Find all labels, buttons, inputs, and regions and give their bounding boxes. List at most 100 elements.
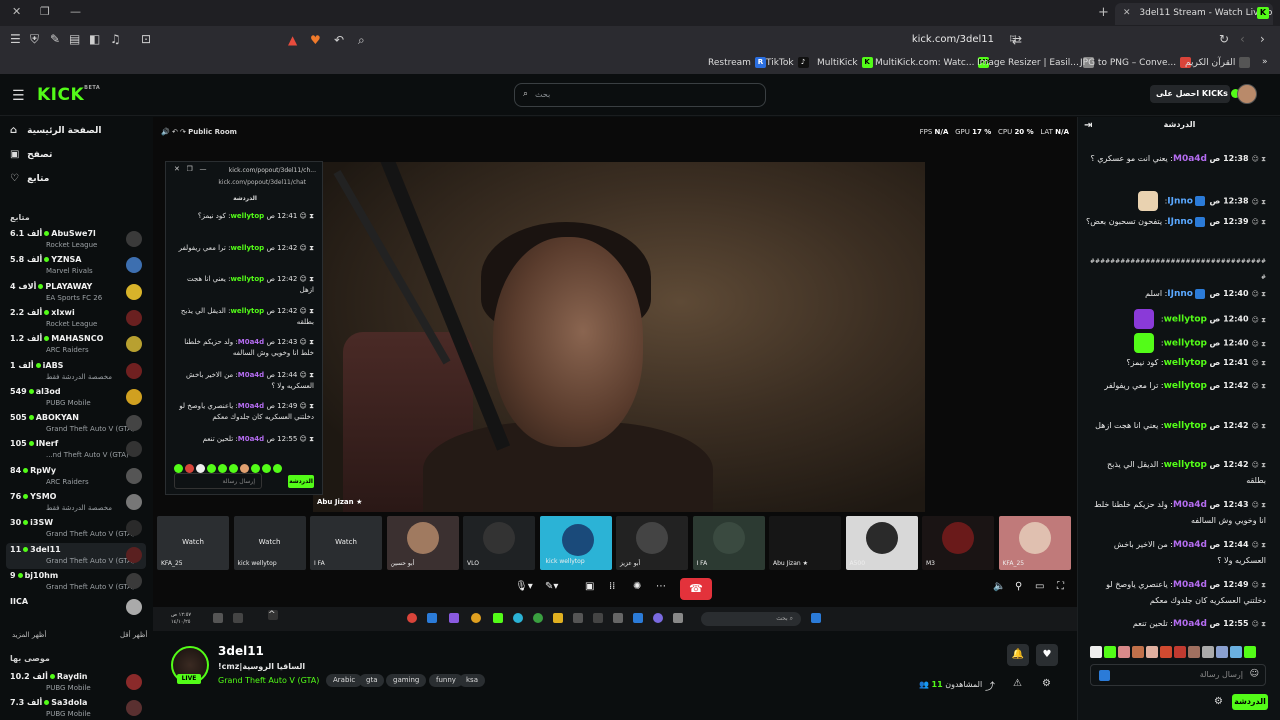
sidebar-channel-item[interactable]: 84 RpWy ARC Raiders — [6, 464, 146, 490]
theater-mode-icon[interactable]: ▭ — [1035, 581, 1044, 592]
camera-off-icon[interactable]: ✎▾ — [545, 581, 558, 592]
emote-icon[interactable] — [1146, 646, 1158, 658]
participant-thumbnail[interactable]: M3 — [922, 516, 994, 570]
user-avatar[interactable] — [1237, 84, 1257, 104]
message-username[interactable]: M0a4d — [238, 435, 264, 443]
emote-icon[interactable] — [196, 464, 205, 473]
volume-icon[interactable]: 🔈 — [993, 581, 1005, 592]
tab-list-icon[interactable]: ▤ — [69, 32, 80, 46]
emote-icon[interactable] — [1132, 646, 1144, 658]
sidebar-item-following[interactable]: ♡ متابع — [10, 173, 49, 184]
sidebar-channel-item[interactable]: 1.2 ألف MAHASNCO ARC Raiders — [6, 332, 146, 358]
bookmark-tiktok[interactable]: TikTok ♪ — [766, 57, 809, 68]
participant-thumbnail[interactable]: KFA_25 — [998, 516, 1071, 570]
participant-thumbnail[interactable]: Watch kick wellytop — [233, 516, 306, 570]
bookmark-icon[interactable]: ⌑ — [1010, 32, 1016, 46]
chat-input[interactable]: إرسال رسالة ☺ — [1090, 664, 1266, 686]
message-username[interactable]: M0a4d — [238, 371, 264, 379]
emote-icon[interactable] — [1104, 646, 1116, 658]
sidebar-channel-item[interactable]: 505 ABOKYAN Grand Theft Auto V (GTA) — [6, 411, 146, 437]
minimize-window-icon[interactable]: — — [70, 5, 81, 18]
message-username[interactable]: wellytop — [230, 275, 264, 283]
message-username[interactable]: wellytop — [1164, 315, 1207, 325]
music-icon[interactable]: ♫ — [110, 32, 121, 46]
bookmark-jpg-to-png[interactable]: JPG to PNG – Conve... — [1080, 57, 1192, 68]
bookmark-multikick-watch[interactable]: MultiKick.com: Watc... MK — [875, 57, 991, 68]
message-username[interactable]: M0a4d — [238, 338, 264, 346]
back-history-icon[interactable]: ↶ — [334, 33, 344, 47]
stream-player[interactable]: 🔊 ↶ ↷ Public Room FPS N/A GPU 17 % CPU 2… — [153, 117, 1077, 607]
message-username[interactable]: IJnno — [1167, 289, 1193, 299]
sidebar-icon[interactable]: ◧ — [89, 32, 100, 46]
emote-icon[interactable] — [174, 464, 183, 473]
reload-icon[interactable]: ↻ — [1219, 32, 1229, 46]
sidebar-channel-item[interactable]: 6.1 ألف AbuSwe7l Rocket League — [6, 227, 146, 253]
message-username[interactable]: M0a4d — [1173, 500, 1207, 510]
stream-category[interactable]: Grand Theft Auto V (GTA) — [218, 676, 319, 685]
message-username[interactable]: wellytop — [230, 212, 264, 220]
emote-icon[interactable] — [273, 464, 282, 473]
follow-heart-button[interactable]: ♥ — [1036, 644, 1058, 666]
emote-icon[interactable] — [1118, 646, 1130, 658]
channel-name[interactable]: 3del11 — [218, 644, 264, 658]
sidebar-channel-item[interactable]: 9 bj10hm Grand Theft Auto V (GTA) — [6, 569, 146, 595]
participant-thumbnail[interactable]: VLO — [463, 516, 535, 570]
message-username[interactable]: wellytop — [1164, 381, 1207, 391]
get-kicks-button[interactable]: احصل على KICKs — [1150, 85, 1240, 103]
message-username[interactable]: wellytop — [1164, 421, 1207, 431]
close-window-icon[interactable]: ✕ — [12, 5, 21, 18]
message-username[interactable]: IJnno — [1167, 217, 1193, 227]
effects-icon[interactable]: ✺ — [633, 581, 641, 592]
pin-icon[interactable]: ⚲ — [1015, 581, 1022, 592]
watch-label[interactable]: Watch — [234, 538, 306, 546]
tag-pill[interactable]: Arabic — [326, 674, 363, 687]
report-icon[interactable]: ⚠ — [1013, 678, 1022, 689]
extensions-icon[interactable]: ✎ — [50, 32, 60, 46]
message-username[interactable]: M0a4d — [1173, 580, 1207, 590]
notification-bell-button[interactable]: 🔔 — [1007, 644, 1029, 666]
sidebar-channel-item[interactable]: 11 3del11 Grand Theft Auto V (GTA) — [6, 542, 146, 569]
sidebar-channel-item[interactable]: IICA — [6, 595, 146, 621]
emote-icon[interactable] — [229, 464, 238, 473]
watch-label[interactable]: Watch — [310, 538, 382, 546]
chat-send-button[interactable]: الدردشة — [1232, 694, 1268, 710]
new-tab-icon[interactable]: + — [1098, 5, 1109, 20]
tag-pill[interactable]: gaming — [386, 674, 427, 687]
participant-thumbnail[interactable]: Watch KFA_25 — [157, 516, 229, 570]
grid-icon[interactable]: ⁞⁞ — [609, 581, 615, 592]
message-username[interactable]: M0a4d — [238, 402, 264, 410]
watch-label[interactable]: Watch — [157, 538, 229, 546]
search-input[interactable]: ⌕ بحث — [514, 83, 766, 107]
participant-thumbnail[interactable]: A500 — [845, 516, 918, 570]
tag-pill[interactable]: gta — [359, 674, 385, 687]
screenshot-icon[interactable]: ⊡ — [141, 32, 151, 46]
sidebar-channel-item[interactable]: 76 YSMO مخصصة الدردشة فقط — [6, 490, 146, 516]
emote-icon[interactable] — [1230, 646, 1242, 658]
share-icon[interactable]: ⤴ — [985, 678, 995, 693]
emote-icon[interactable] — [185, 464, 194, 473]
sidebar-channel-item[interactable]: 5.8 ألف YZNSA Marvel Rivals — [6, 253, 146, 279]
participant-thumbnail[interactable]: Abu Jizan ★ — [769, 516, 841, 570]
tag-pill[interactable]: ksa — [459, 674, 485, 687]
address-bar[interactable]: ▲ ♥ ↶ ⌕ kick.com/3del11 ⇄ — [282, 30, 1028, 50]
message-username[interactable]: wellytop — [230, 307, 264, 315]
participant-thumbnail[interactable]: أبو عزيز — [616, 516, 688, 570]
hamburger-menu-icon[interactable]: ☰ — [12, 88, 25, 104]
more-bookmarks-icon[interactable]: » — [1262, 57, 1268, 67]
tag-pill[interactable]: funny — [429, 674, 463, 687]
microphone-icon[interactable]: 🎙▾ — [515, 581, 533, 592]
emote-icon[interactable] — [1160, 646, 1172, 658]
screen-share-icon[interactable]: ▣ — [585, 581, 594, 592]
bookmark-image-resizer[interactable]: Image Resizer | Easil... — [977, 57, 1094, 68]
sidebar-channel-item[interactable]: 4 ألاف PLAYAWAY EA Sports FC 26 — [6, 280, 146, 306]
participant-thumbnail[interactable]: Watch I FA — [310, 516, 382, 570]
emote-icon[interactable] — [1244, 646, 1256, 658]
bookmark-restream[interactable]: Restream R — [708, 57, 766, 68]
message-username[interactable]: M0a4d — [1173, 540, 1207, 550]
emote-icon[interactable] — [262, 464, 271, 473]
taskbar-search[interactable]: بحث ⌕ — [701, 612, 801, 626]
sidebar-channel-item[interactable]: 7.3 ألف Sa3dola PUBG Mobile — [6, 696, 146, 720]
tab-active[interactable]: ✕ 3del11 Stream - Watch Live o K — [1115, 3, 1273, 25]
message-username[interactable]: IJnno — [1167, 197, 1193, 207]
menu-icon[interactable]: ☰ — [10, 32, 21, 46]
